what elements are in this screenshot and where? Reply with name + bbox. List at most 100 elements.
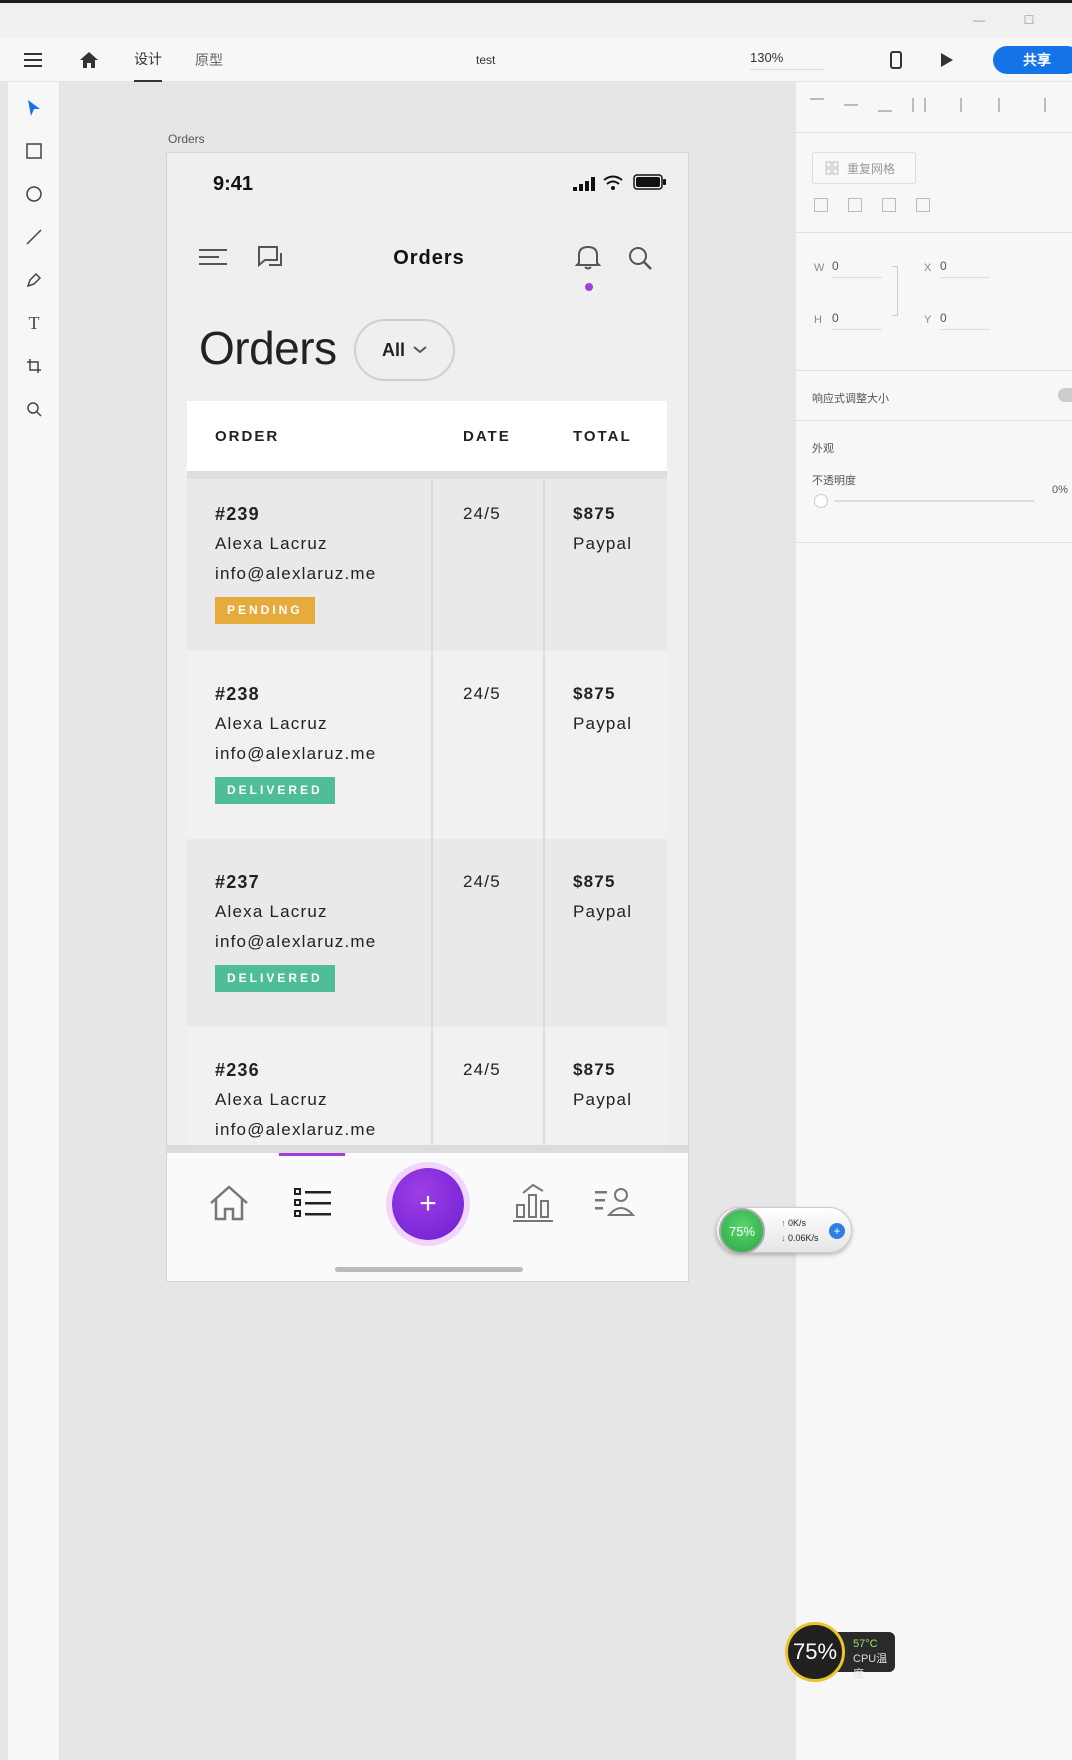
align-left-icon[interactable] — [960, 98, 974, 112]
filter-value: All — [381, 339, 405, 360]
order-date: 24/5 — [433, 651, 545, 839]
home-icon[interactable] — [79, 38, 99, 82]
text-tool-icon[interactable]: T — [24, 313, 44, 333]
table-row[interactable]: #239 Alexa Lacruz info@alexlaruz.me PEND… — [187, 471, 667, 651]
orders-list-icon[interactable] — [291, 1181, 335, 1225]
customer-name: Alexa Lacruz — [215, 902, 328, 921]
zoom-level[interactable]: 130% — [750, 50, 825, 70]
artboard-orders[interactable]: 9:41 Orders Orders All ORDER DATE TOTAL — [166, 152, 689, 1282]
lock-aspect-icon[interactable] — [892, 266, 898, 316]
customer-email: info@alexlaruz.me — [215, 744, 377, 763]
table-row[interactable]: #238 Alexa Lacruz info@alexlaruz.me DELI… — [187, 651, 667, 839]
add-order-button[interactable]: + — [392, 1168, 464, 1240]
rectangle-tool-icon[interactable] — [24, 141, 44, 161]
order-date: 24/5 — [433, 479, 545, 651]
analytics-icon[interactable] — [511, 1181, 555, 1225]
bottom-navigation: + — [167, 1145, 688, 1281]
width-field[interactable]: 0 — [832, 259, 882, 278]
header-title: Orders — [393, 247, 465, 269]
exclude-icon[interactable] — [916, 198, 930, 212]
zoom-tool-icon[interactable] — [24, 399, 44, 419]
height-field[interactable]: 0 — [832, 311, 882, 330]
opacity-slider-track[interactable] — [834, 500, 1034, 502]
tab-prototype[interactable]: 原型 — [195, 38, 223, 82]
arrow-up-icon: ↑ — [781, 1218, 786, 1228]
payment-method: Paypal — [573, 714, 633, 733]
payment-method: Paypal — [573, 902, 633, 921]
minimize-button[interactable]: — — [972, 13, 986, 27]
share-button[interactable]: 共享 — [993, 46, 1072, 74]
maximize-button[interactable]: ☐ — [1022, 13, 1036, 27]
search-icon[interactable] — [627, 245, 653, 276]
align-top-icon[interactable] — [810, 98, 824, 112]
notification-bell-icon[interactable] — [574, 243, 602, 276]
height-label: H — [814, 314, 822, 326]
chat-icon[interactable] — [257, 245, 287, 276]
align-middle-icon[interactable] — [844, 104, 858, 118]
opacity-value[interactable]: 0% — [1052, 484, 1068, 496]
line-tool-icon[interactable] — [24, 227, 44, 247]
responsive-resize-toggle[interactable] — [1058, 388, 1072, 402]
network-monitor-widget[interactable]: 75% ↑ 0K/s ↓ 0.06K/s + — [716, 1207, 852, 1254]
home-icon[interactable] — [207, 1181, 251, 1225]
align-toolbar — [810, 98, 1046, 118]
active-tab-indicator — [279, 1153, 345, 1156]
download-speed-value: 0.06K/s — [788, 1233, 819, 1243]
plus-icon[interactable]: + — [829, 1223, 845, 1239]
align-bottom-icon[interactable] — [878, 98, 892, 112]
customers-icon[interactable] — [593, 1181, 637, 1225]
order-date: 24/5 — [433, 839, 545, 1027]
customer-name: Alexa Lacruz — [215, 1090, 328, 1109]
align-right-icon[interactable] — [1032, 98, 1046, 112]
left-tool-rail: T — [8, 82, 60, 1760]
ellipse-tool-icon[interactable] — [24, 184, 44, 204]
pen-tool-icon[interactable] — [24, 270, 44, 290]
filter-dropdown[interactable]: All — [354, 319, 455, 381]
payment-method: Paypal — [573, 534, 633, 553]
opacity-label: 不透明度 — [812, 475, 856, 487]
customer-email: info@alexlaruz.me — [215, 932, 377, 951]
cpu-temp-value: 57°C — [853, 1638, 878, 1650]
download-speed: ↓ 0.06K/s — [781, 1233, 819, 1243]
status-badge: DELIVERED — [215, 777, 335, 804]
width-label: W — [814, 262, 825, 274]
select-arrow-icon[interactable] — [24, 98, 44, 118]
order-total: $875 — [573, 504, 616, 523]
opacity-slider-handle[interactable] — [814, 494, 828, 508]
battery-icon — [633, 174, 667, 195]
play-icon[interactable] — [940, 38, 954, 82]
column-header-order[interactable]: ORDER — [187, 428, 433, 445]
column-header-total[interactable]: TOTAL — [545, 428, 667, 445]
cpu-temp-label: CPU温度 — [853, 1653, 888, 1680]
appearance-heading: 外观 — [812, 443, 834, 455]
plus-icon: + — [419, 1187, 437, 1220]
upload-speed: ↑ 0K/s — [781, 1218, 806, 1228]
align-center-icon[interactable] — [998, 98, 1012, 112]
repeat-grid-icon — [825, 161, 839, 175]
device-preview-icon[interactable] — [890, 38, 902, 82]
cpu-usage-gauge: 75% — [785, 1622, 845, 1682]
order-id: #238 — [215, 684, 260, 704]
intersect-icon[interactable] — [882, 198, 896, 212]
subtract-icon[interactable] — [848, 198, 862, 212]
order-total: $875 — [573, 684, 616, 703]
artboard-tool-icon[interactable] — [24, 356, 44, 376]
tab-design[interactable]: 设计 — [134, 38, 162, 82]
table-header: ORDER DATE TOTAL — [187, 401, 667, 471]
distribute-vertical-icon[interactable] — [912, 98, 926, 112]
table-row[interactable]: #237 Alexa Lacruz info@alexlaruz.me DELI… — [187, 839, 667, 1027]
menu-icon[interactable] — [199, 247, 227, 272]
union-icon[interactable] — [814, 198, 828, 212]
x-field[interactable]: 0 — [940, 259, 990, 278]
responsive-resize-label: 响应式调整大小 — [812, 393, 889, 405]
top-toolbar: 设计 原型 test 130% 共享 — [0, 38, 1072, 82]
hamburger-menu-icon[interactable] — [24, 38, 42, 82]
document-title: test — [476, 53, 496, 67]
repeat-grid-button[interactable]: 重复网格 — [812, 152, 916, 184]
column-header-date[interactable]: DATE — [433, 428, 545, 445]
memory-usage-gauge: 75% — [719, 1208, 765, 1254]
upload-speed-value: 0K/s — [788, 1218, 807, 1228]
artboard-label[interactable]: Orders — [168, 132, 205, 146]
cpu-monitor-widget[interactable]: 75% 57°C CPU温度 — [785, 1622, 909, 1682]
y-field[interactable]: 0 — [940, 311, 990, 330]
